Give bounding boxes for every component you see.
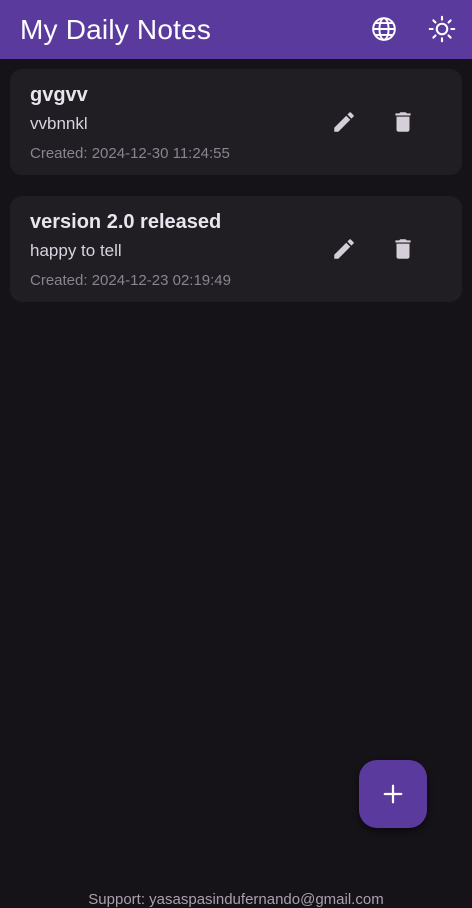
app-bar: My Daily Notes	[0, 0, 472, 59]
language-button[interactable]	[364, 9, 404, 49]
delete-note-button[interactable]	[383, 102, 423, 142]
edit-icon	[334, 112, 354, 132]
support-text: Support: yasaspasindufernando@gmail.com	[88, 891, 384, 908]
note-title: version 2.0 released	[30, 211, 222, 233]
note-created-timestamp: Created: 2024-12-23 02:19:49	[30, 272, 231, 289]
note-card[interactable]: gvgvv vvbnnkl Created: 2024-12-30 11:24:…	[10, 69, 462, 175]
note-body: vvbnnkl	[30, 114, 88, 133]
note-created-timestamp: Created: 2024-12-30 11:24:55	[30, 145, 230, 162]
sun-icon	[428, 15, 456, 43]
edit-note-button[interactable]	[324, 102, 364, 142]
delete-icon	[395, 112, 411, 132]
plus-icon	[383, 784, 403, 804]
edit-icon	[334, 239, 354, 259]
note-title: gvgvv	[30, 84, 88, 106]
edit-note-button[interactable]	[324, 229, 364, 269]
delete-note-button[interactable]	[383, 229, 423, 269]
globe-icon	[372, 17, 396, 41]
delete-icon	[395, 239, 411, 259]
app-title: My Daily Notes	[20, 13, 212, 45]
theme-toggle-button[interactable]	[422, 9, 462, 49]
note-card[interactable]: version 2.0 released happy to tell Creat…	[10, 196, 462, 302]
note-body: happy to tell	[30, 241, 122, 260]
add-note-button[interactable]	[359, 760, 427, 828]
